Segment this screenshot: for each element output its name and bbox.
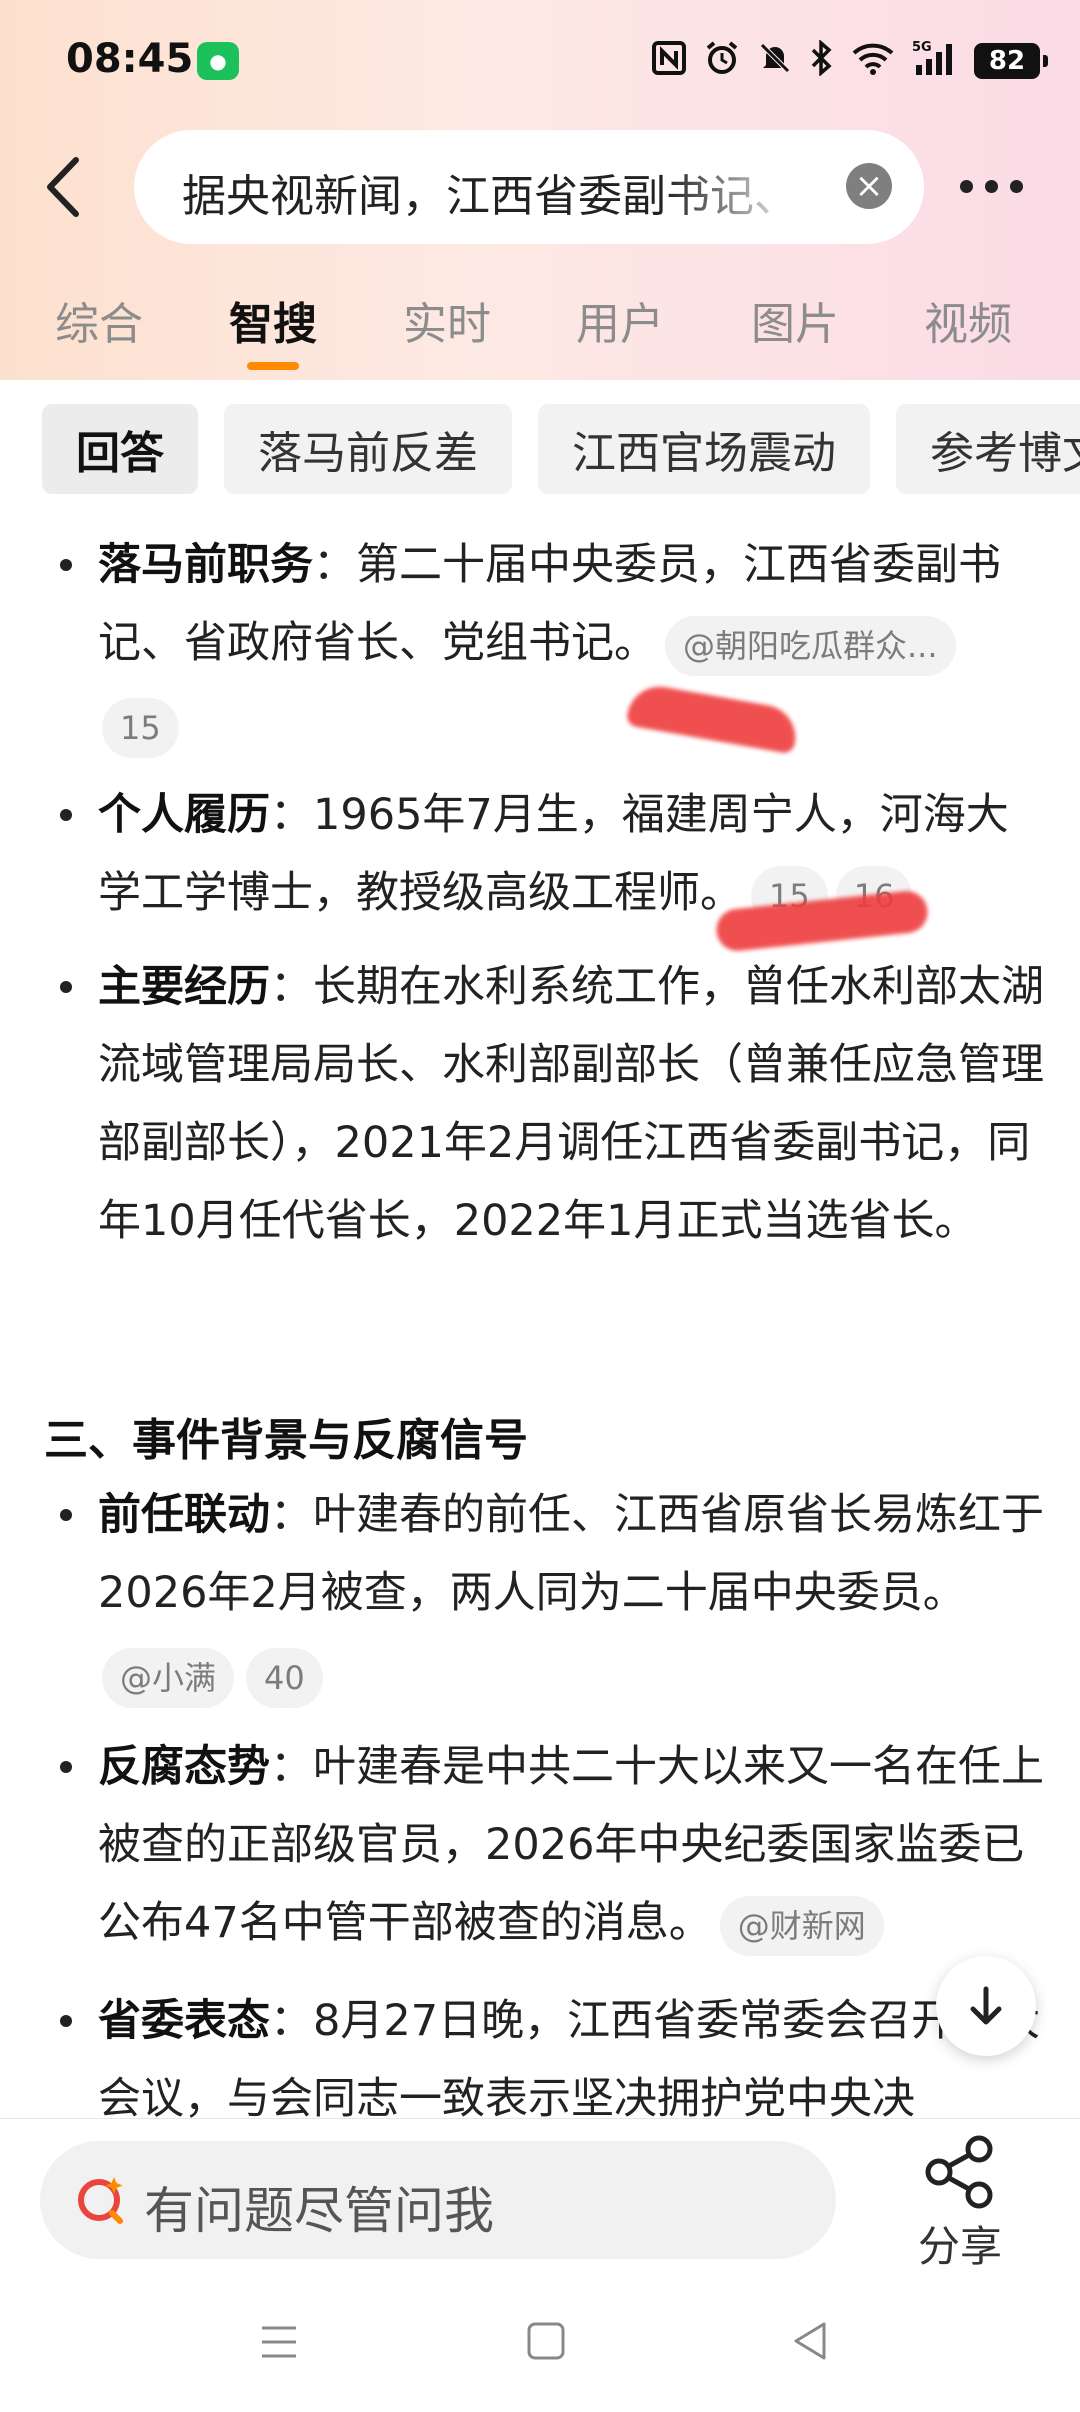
list-item: 落马前职务：第二十届中央委员，江西省委副书记、省政府省长、党组书记。 @朝阳吃瓜群… xyxy=(60,526,1048,764)
chip-officialdom[interactable]: 江西官场震动 xyxy=(538,404,870,494)
list-item: 前任联动：叶建春的前任、江西省原省长易炼红于2026年2月被查，两人同为二十届中… xyxy=(60,1476,1048,1714)
chevron-left-icon xyxy=(47,157,79,217)
chip-reference-posts[interactable]: 参考博文 xyxy=(896,404,1080,494)
source-tag[interactable]: @朝阳吃瓜群众... xyxy=(665,615,956,676)
wifi-icon xyxy=(852,41,894,81)
wechat-icon: ● xyxy=(197,42,239,80)
tab-bar: 综合 智搜 实时 用户 图片 视频 xyxy=(0,280,1080,380)
screen: { "status_bar": { "time": "08:45", "batt… xyxy=(0,0,1080,2412)
tab-comprehensive[interactable]: 综合 xyxy=(55,288,143,352)
status-icons: 5G 82 xyxy=(652,38,1048,84)
svg-text:5G: 5G xyxy=(912,40,932,55)
chip-answer[interactable]: 回答 xyxy=(42,404,198,494)
menu-icon[interactable] xyxy=(258,2322,300,2362)
item-title: 前任联动 xyxy=(98,1490,270,1540)
bluetooth-icon xyxy=(810,39,834,82)
share-label: 分享 xyxy=(917,2222,1002,2271)
list-item: 反腐态势：叶建春是中共二十大以来又一名在任上被查的正部级官员，2026年中央纪委… xyxy=(60,1728,1048,1962)
share-button[interactable]: 分享 xyxy=(910,2135,1010,2274)
ai-search-icon xyxy=(78,2177,123,2224)
item-title: 主要经历 xyxy=(98,962,270,1012)
source-tag[interactable]: @小满 xyxy=(102,1647,235,1708)
ask-input[interactable]: 有问题尽管问我 xyxy=(40,2141,836,2259)
item-title: 省委表态 xyxy=(98,1996,270,2046)
ask-placeholder: 有问题尽管问我 xyxy=(144,2182,494,2240)
source-tag[interactable]: @财新网 xyxy=(719,1895,884,1956)
nfc-icon xyxy=(652,41,686,81)
list-item: 省委表态：8月27日晚，江西省委常委会召开扩大会议，与会同志一致表示坚决拥护党中… xyxy=(60,1982,1048,2118)
search-input[interactable]: 据央视新闻，江西省委副书记、 × xyxy=(134,130,924,244)
item-title: 反腐态势 xyxy=(98,1742,270,1792)
status-bar: 08:45 ● 5G 82 xyxy=(0,0,1080,120)
list-item: 主要经历：长期在水利系统工作，曾任水利部太湖流域管理局局长、水利部副部长（曾兼任… xyxy=(60,948,1048,1260)
answer-content: 落马前职务：第二十届中央委员，江西省委副书记、省政府省长、党组书记。 @朝阳吃瓜群… xyxy=(0,510,1080,2118)
chip-contrast[interactable]: 落马前反差 xyxy=(224,404,512,494)
home-icon[interactable] xyxy=(526,2320,566,2362)
back-icon[interactable] xyxy=(790,2320,830,2362)
citation-badge[interactable]: 40 xyxy=(246,1647,323,1708)
scroll-down-button[interactable] xyxy=(936,1956,1036,2056)
chip-row: 回答 落马前反差 江西官场震动 参考博文 xyxy=(42,404,1080,494)
tab-videos[interactable]: 视频 xyxy=(924,288,1012,352)
tab-smart-search[interactable]: 智搜 xyxy=(229,288,317,352)
back-button[interactable] xyxy=(38,152,90,222)
tab-users[interactable]: 用户 xyxy=(576,288,664,352)
search-query[interactable]: 据央视新闻，江西省委副书记、 xyxy=(182,160,802,224)
tab-images[interactable]: 图片 xyxy=(751,288,839,352)
battery-icon: 82 xyxy=(974,43,1048,79)
5g-signal-icon: 5G xyxy=(912,39,956,83)
clear-icon[interactable]: × xyxy=(846,163,892,209)
citation-badge[interactable]: 15 xyxy=(102,697,179,758)
item-title: 落马前职务 xyxy=(98,540,313,590)
item-title: 个人履历 xyxy=(98,790,270,840)
tab-realtime[interactable]: 实时 xyxy=(403,288,491,352)
system-nav-bar xyxy=(0,2292,1080,2412)
arrow-down-icon xyxy=(970,1986,1002,2025)
active-tab-indicator xyxy=(247,362,299,370)
more-icon[interactable] xyxy=(960,180,1023,193)
section-heading: 三、事件背景与反腐信号 xyxy=(44,1415,528,1466)
alarm-icon xyxy=(704,40,740,82)
mute-icon xyxy=(758,41,792,81)
share-icon xyxy=(925,2135,993,2209)
status-time: 08:45 xyxy=(66,36,194,82)
